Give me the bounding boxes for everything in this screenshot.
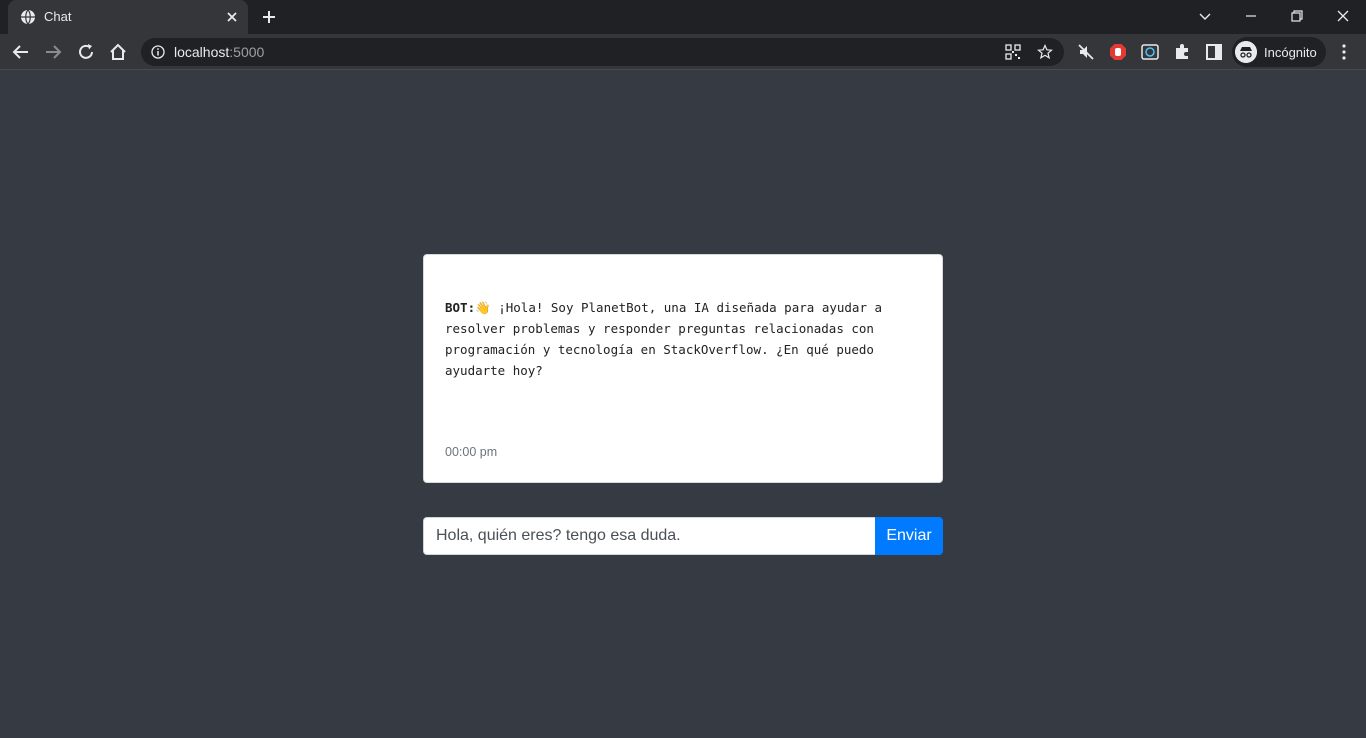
adblock-icon[interactable] — [1108, 42, 1128, 62]
chat-log: BOT:👋 ¡Hola! Soy PlanetBot, una IA diseñ… — [423, 254, 943, 483]
waving-hand-emoji: 👋 — [475, 300, 491, 315]
browser-toolbar: localhost:5000 Incógnito — [0, 34, 1366, 70]
forward-arrow-icon[interactable] — [43, 42, 63, 62]
close-tab-icon[interactable] — [224, 9, 240, 25]
url-port: :5000 — [229, 44, 265, 60]
info-icon[interactable] — [151, 45, 165, 59]
bookmark-star-icon[interactable] — [1037, 44, 1053, 60]
tab-title: Chat — [44, 9, 72, 24]
restore-icon[interactable] — [1287, 6, 1307, 26]
profile-label: Incógnito — [1264, 45, 1317, 60]
bot-message: BOT:👋 ¡Hola! Soy PlanetBot, una IA diseñ… — [445, 297, 915, 381]
qr-code-icon[interactable] — [1005, 44, 1021, 60]
side-panel-icon[interactable] — [1204, 42, 1224, 62]
home-icon[interactable] — [108, 42, 128, 62]
reload-icon[interactable] — [76, 42, 96, 62]
close-window-icon[interactable] — [1333, 6, 1353, 26]
browser-tab[interactable]: Chat — [8, 0, 248, 34]
muted-speaker-icon[interactable] — [1076, 42, 1096, 62]
back-arrow-icon[interactable] — [11, 42, 31, 62]
message-timestamp: 00:00 pm — [445, 445, 498, 459]
address-bar[interactable]: localhost:5000 — [141, 38, 1064, 66]
incognito-icon — [1235, 41, 1257, 63]
kebab-menu-icon[interactable] — [1334, 42, 1354, 62]
tab-search-chevron-icon[interactable] — [1195, 6, 1215, 26]
screen-capture-extension-icon[interactable] — [1140, 42, 1160, 62]
message-text: ¡Hola! Soy PlanetBot, una IA diseñada pa… — [445, 300, 883, 378]
message-input[interactable] — [423, 517, 876, 555]
new-tab-icon[interactable] — [261, 9, 277, 25]
minimize-icon[interactable] — [1241, 6, 1261, 26]
url-text[interactable]: localhost:5000 — [174, 44, 264, 60]
message-composer: Enviar — [423, 517, 943, 555]
send-button[interactable]: Enviar — [875, 517, 943, 555]
incognito-profile-button[interactable]: Incógnito — [1232, 37, 1326, 67]
url-host: localhost — [174, 44, 230, 60]
extensions-puzzle-icon[interactable] — [1172, 42, 1192, 62]
message-sender: BOT: — [445, 300, 476, 315]
globe-icon — [21, 9, 35, 25]
browser-titlebar: Chat — [0, 0, 1366, 34]
